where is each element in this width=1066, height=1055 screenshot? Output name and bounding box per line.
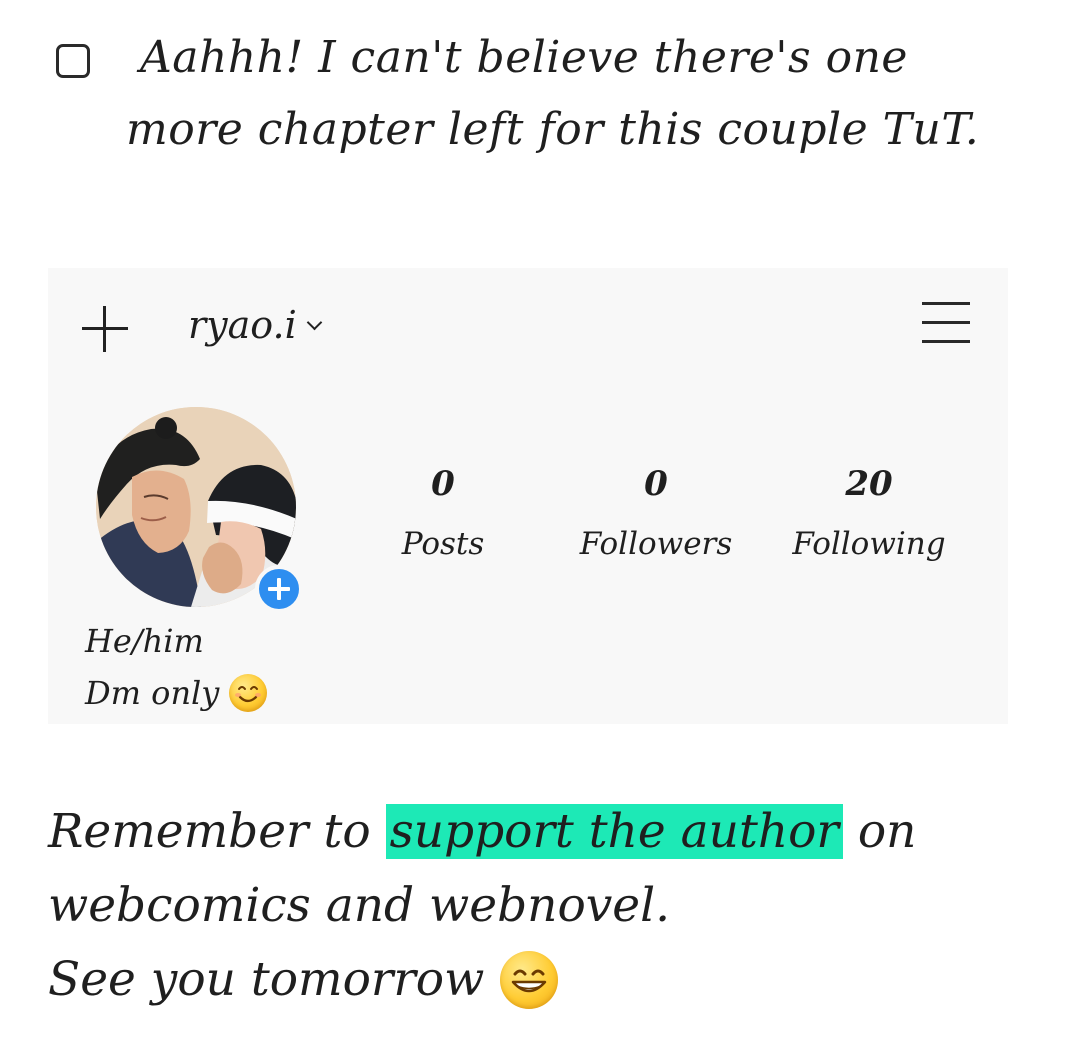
username: ryao.i <box>188 303 297 347</box>
checkbox-empty-icon[interactable] <box>56 44 90 78</box>
footer-text-after: on <box>842 804 917 859</box>
stat-followers[interactable]: 0 Followers <box>566 464 746 562</box>
smiling-face-icon <box>229 674 268 712</box>
bio-contact: Dm only <box>85 671 485 715</box>
stat-following[interactable]: 20 Following <box>779 464 959 562</box>
grinning-face-icon <box>500 951 559 1009</box>
stat-count: 20 <box>845 464 893 504</box>
chevron-down-icon <box>306 314 323 330</box>
stat-label: Following <box>792 526 946 562</box>
account-switcher[interactable]: ryao.i <box>188 300 323 350</box>
stat-label: Posts <box>401 526 485 562</box>
profile-screenshot: ryao.i 0 Posts 0 Followers 20 Following … <box>48 268 1008 724</box>
note-line-2: more chapter left for this couple TuT. <box>126 104 980 155</box>
footer-line-3: See you tomorrow <box>48 950 1048 1010</box>
footer-farewell: See you tomorrow <box>48 952 485 1007</box>
bio-contact-text: Dm only <box>85 674 220 712</box>
smiling-face-icon-glyph <box>235 686 262 703</box>
stat-count: 0 <box>431 464 455 504</box>
add-story-icon[interactable] <box>255 565 303 613</box>
footer-line-1: Remember to support the author on <box>48 802 1048 862</box>
note-line-1: Aahhh! I can't believe there's one <box>140 32 908 83</box>
support-author-highlight: support the author <box>385 804 843 859</box>
bio-pronouns: He/him <box>85 622 204 660</box>
hamburger-menu-icon[interactable] <box>922 302 970 344</box>
grinning-face-icon-glyph <box>512 969 547 993</box>
stat-count: 0 <box>644 464 668 504</box>
footer-text-before: Remember to <box>48 804 386 859</box>
plus-icon[interactable] <box>82 306 128 352</box>
footer-line-2: webcomics and webnovel. <box>48 878 671 933</box>
stat-posts[interactable]: 0 Posts <box>353 464 533 562</box>
stat-label: Followers <box>579 526 733 562</box>
